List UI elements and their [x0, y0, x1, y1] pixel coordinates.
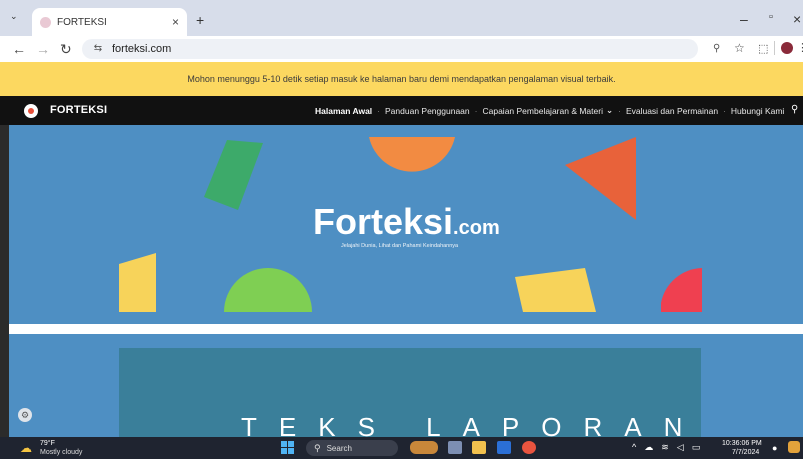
back-arrow-icon[interactable]: ←: [12, 41, 26, 57]
nav-item-evaluasi[interactable]: Evaluasi dan Permainan: [626, 106, 718, 116]
profile-avatar[interactable]: [781, 42, 793, 54]
tab-search-button[interactable]: ⌄: [10, 12, 18, 21]
nav-item-halaman-awal[interactable]: Halaman Awal: [315, 106, 372, 116]
teks-laporan-section: TEKS LAPORAN: [9, 334, 803, 437]
browser-tab[interactable]: FORTEKSI ×: [32, 8, 187, 36]
hero-title-suffix: .com: [453, 217, 500, 239]
nav-separator: ·: [474, 105, 478, 116]
yellow-quad-left-shape: [119, 253, 156, 312]
teks-laporan-heading: TEKS LAPORAN: [241, 412, 705, 437]
green-half-circle-shape: [224, 268, 312, 312]
section-divider: [9, 324, 803, 334]
forward-arrow-icon[interactable]: →: [36, 41, 50, 57]
tab-favicon-icon: [40, 16, 51, 28]
weather-cloud-icon[interactable]: ☁: [20, 441, 32, 455]
notification-bell-icon[interactable]: ●: [772, 443, 777, 453]
new-tab-button[interactable]: +: [196, 13, 204, 27]
hero-title-main: Forteksi: [313, 201, 454, 242]
extensions-icon[interactable]: ⬚: [758, 42, 768, 55]
orange-half-circle-shape: [369, 137, 455, 172]
start-windows-icon[interactable]: [281, 441, 294, 454]
close-window-button[interactable]: ×: [793, 12, 801, 26]
system-tray: ^ ☁ ≋ ◁ ▭: [632, 442, 700, 453]
address-bar[interactable]: ⇆ forteksi.com: [82, 39, 698, 59]
url-text: forteksi.com: [112, 43, 172, 55]
site-menu: Halaman Awal · Panduan Penggunaan · Capa…: [315, 105, 784, 116]
onedrive-cloud-icon[interactable]: ☁: [644, 442, 653, 453]
clock-time[interactable]: 10:36:06 PM: [722, 440, 762, 447]
tray-chevron-up-icon[interactable]: ^: [632, 442, 636, 453]
site-info-icon[interactable]: ⇆: [90, 43, 106, 55]
copilot-icon[interactable]: [788, 441, 800, 453]
weather-desc[interactable]: Mostly cloudy: [40, 449, 82, 456]
hero-banner: Forteksi.com Jelajahi Dunia, Lihat dan P…: [9, 125, 803, 324]
settings-float-icon[interactable]: ⚙: [18, 408, 32, 422]
red-quarter-circle-shape: [661, 268, 702, 312]
yellow-quad-right-shape: [515, 268, 596, 312]
nav-separator: ·: [618, 105, 621, 116]
chrome-app-icon[interactable]: [522, 441, 536, 454]
nav-separator: ·: [377, 105, 381, 116]
chevron-down-icon[interactable]: ⌄: [606, 105, 613, 116]
nav-separator: ·: [723, 105, 726, 116]
tab-title: FORTEKSI: [57, 16, 107, 28]
menu-dots-icon[interactable]: ⋮: [797, 41, 803, 54]
notice-text: Mohon menunggu 5-10 detik setiap masuk k…: [187, 74, 616, 84]
notice-banner: Mohon menunggu 5-10 detik setiap masuk k…: [0, 62, 803, 96]
taskbar-search[interactable]: ⚲ Search: [306, 440, 398, 456]
search-icon: ⚲: [314, 442, 321, 453]
word-app-icon[interactable]: [497, 441, 511, 454]
site-search-icon[interactable]: ⚲: [791, 104, 798, 115]
battery-icon[interactable]: ▭: [692, 442, 701, 453]
site-logo[interactable]: [24, 104, 38, 118]
red-triangle-shape: [565, 137, 636, 220]
bookmark-star-icon[interactable]: ☆: [734, 41, 745, 55]
nav-item-hubungi[interactable]: Hubungi Kami: [731, 106, 784, 116]
reload-icon[interactable]: ↻: [60, 41, 72, 58]
file-explorer-icon[interactable]: [472, 441, 486, 454]
zoom-icon[interactable]: ⚲: [713, 43, 720, 54]
taskbar-widget-icon[interactable]: [410, 441, 438, 454]
task-view-icon[interactable]: [448, 441, 462, 454]
weather-temp[interactable]: 79°F: [40, 440, 55, 447]
taskbar-search-label: Search: [326, 443, 352, 453]
hero-title: Forteksi.com: [313, 201, 500, 243]
tab-close-button[interactable]: ×: [172, 15, 179, 29]
maximize-button[interactable]: ▫: [769, 12, 773, 23]
volume-icon[interactable]: ◁: [677, 442, 684, 453]
minimize-button[interactable]: –: [740, 12, 748, 26]
site-brand[interactable]: FORTEKSI: [50, 104, 107, 116]
toolbar-divider: [774, 41, 775, 55]
wifi-icon[interactable]: ≋: [661, 442, 669, 453]
hero-subtitle: Jelajahi Dunia, Lihat dan Pahami Keindah…: [341, 243, 459, 249]
nav-item-panduan[interactable]: Panduan Penggunaan: [385, 106, 470, 116]
green-parallelogram-shape: [204, 140, 263, 210]
clock-date[interactable]: 7/7/2024: [732, 449, 759, 456]
nav-item-capaian[interactable]: Capaian Pembelajaran & Materi: [482, 106, 602, 116]
